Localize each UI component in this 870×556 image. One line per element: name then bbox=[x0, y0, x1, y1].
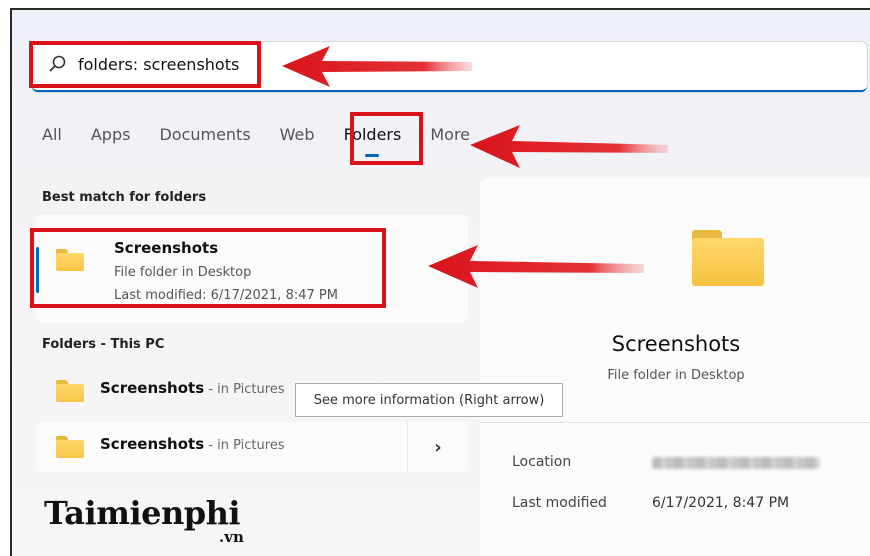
result-location: - in Pictures bbox=[204, 438, 285, 453]
tab-more[interactable]: More bbox=[430, 125, 470, 144]
divider bbox=[480, 422, 870, 423]
watermark-tld: .vn bbox=[219, 528, 244, 546]
detail-type: File folder in Desktop bbox=[607, 368, 745, 383]
watermark-logo: Taimienphi bbox=[44, 494, 241, 532]
search-box[interactable]: folders: screenshots bbox=[32, 42, 867, 92]
blurred-location-value bbox=[652, 457, 820, 469]
best-match-item[interactable]: Screenshots File folder in Desktop Last … bbox=[36, 215, 468, 323]
best-match-heading: Best match for folders bbox=[42, 190, 207, 205]
modified-label: Last modified bbox=[512, 495, 607, 511]
folder-icon bbox=[56, 436, 84, 458]
best-match-modified: Last modified: 6/17/2021, 8:47 PM bbox=[114, 288, 338, 303]
folder-icon bbox=[56, 249, 84, 271]
start-search-window: folders: screenshots All Apps Documents … bbox=[10, 8, 870, 556]
result-name: Screenshots bbox=[100, 435, 205, 453]
filter-tabs: All Apps Documents Web Folders More bbox=[42, 125, 499, 157]
chevron-right-icon[interactable]: › bbox=[407, 422, 468, 472]
search-icon bbox=[49, 55, 66, 72]
best-match-name: Screenshots bbox=[114, 239, 219, 257]
detail-pane: Screenshots File folder in Desktop Locat… bbox=[480, 178, 870, 556]
tab-documents[interactable]: Documents bbox=[159, 125, 250, 144]
folders-pc-heading: Folders - This PC bbox=[42, 337, 165, 352]
tab-apps[interactable]: Apps bbox=[91, 125, 131, 144]
list-item[interactable]: Screenshots - in Pictures › bbox=[36, 422, 468, 472]
tab-all[interactable]: All bbox=[42, 125, 62, 144]
tab-web[interactable]: Web bbox=[280, 125, 315, 144]
folder-icon bbox=[692, 230, 764, 286]
folder-icon bbox=[56, 380, 84, 402]
result-location: - in Pictures bbox=[204, 382, 285, 397]
result-name: Screenshots bbox=[100, 379, 205, 397]
tooltip: See more information (Right arrow) bbox=[295, 383, 563, 417]
search-input[interactable]: folders: screenshots bbox=[78, 55, 239, 74]
location-label: Location bbox=[512, 454, 572, 470]
best-match-type: File folder in Desktop bbox=[114, 265, 252, 280]
detail-title: Screenshots bbox=[611, 332, 741, 356]
modified-value: 6/17/2021, 8:47 PM bbox=[652, 495, 790, 511]
tab-folders[interactable]: Folders bbox=[344, 125, 401, 157]
selection-accent bbox=[36, 247, 39, 293]
